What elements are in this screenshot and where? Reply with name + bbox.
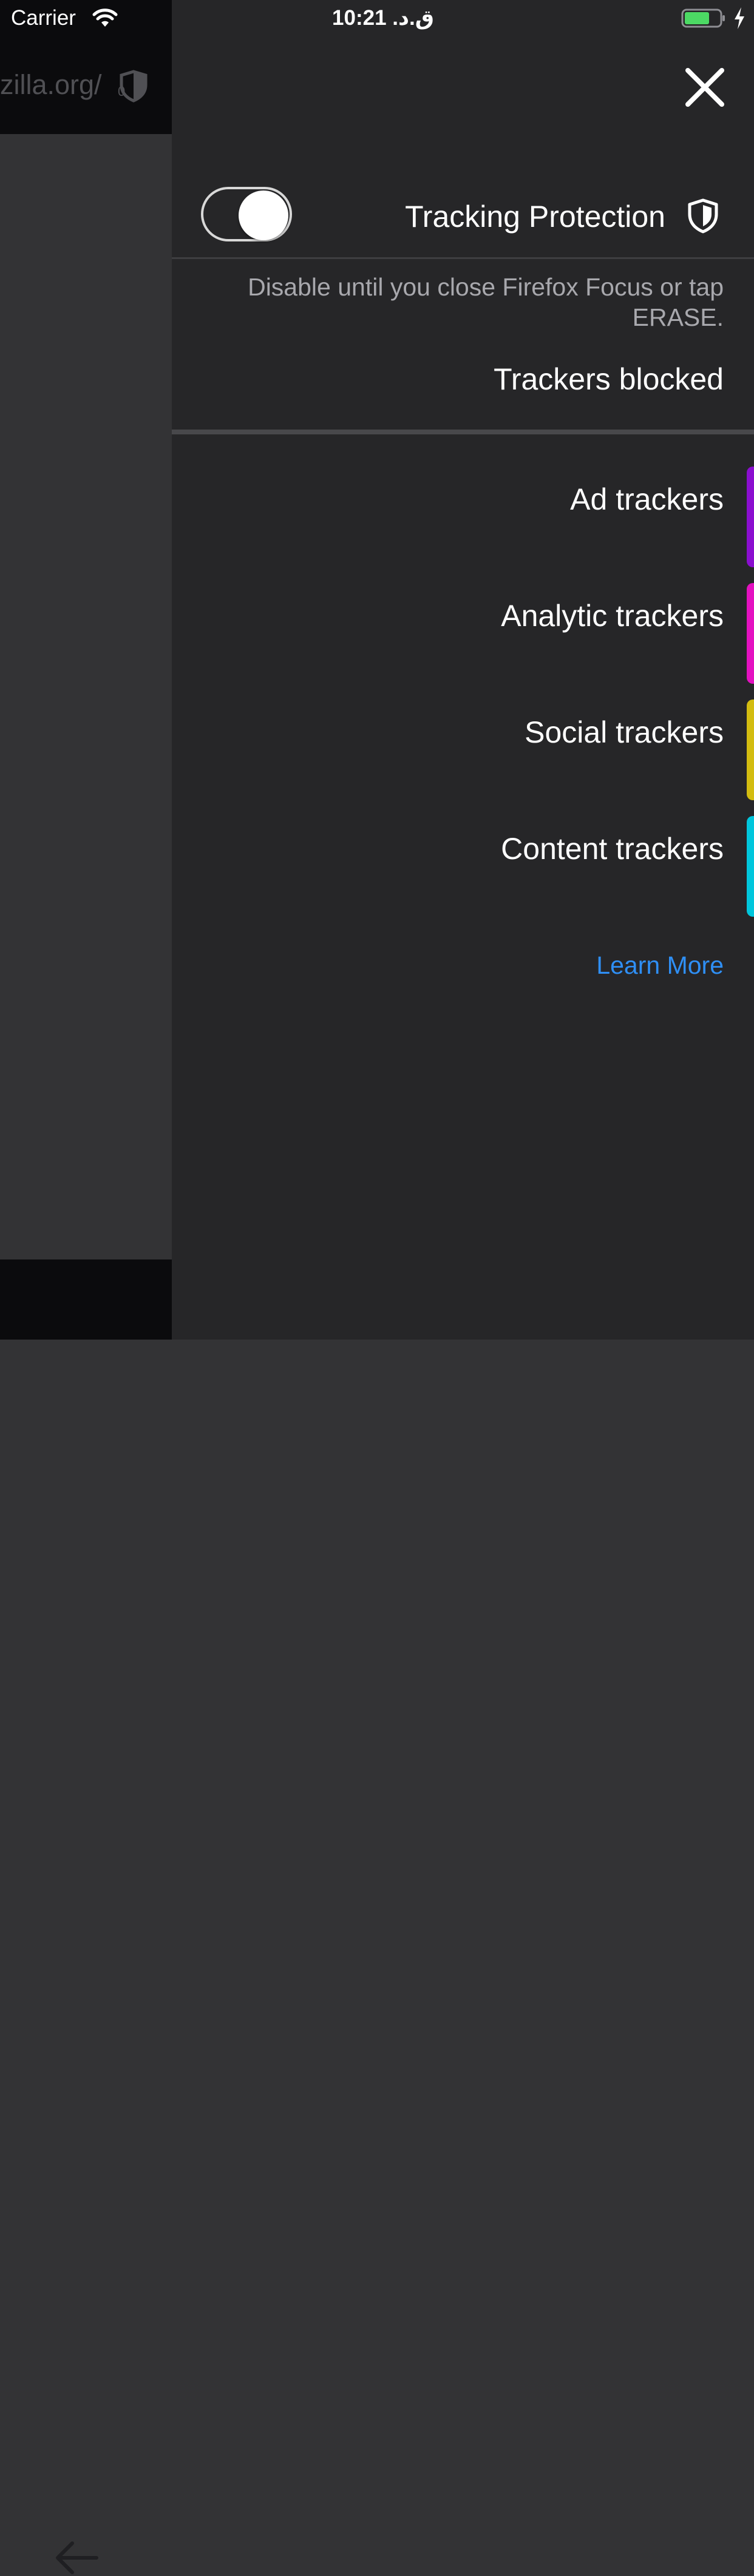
url-text: zilla.org/ xyxy=(0,69,102,100)
charging-icon xyxy=(735,7,744,29)
browser-background xyxy=(0,0,172,1340)
tracking-protection-description: Disable until you close Firefox Focus or… xyxy=(248,273,724,331)
back-arrow-icon xyxy=(56,2541,98,2574)
battery-icon xyxy=(681,8,725,28)
tracker-label: Ad trackers xyxy=(570,482,724,516)
trackers-blocked-heading: Trackers blocked xyxy=(494,362,724,396)
tracker-row-analytic: Analytic trackers xyxy=(172,563,754,684)
tracker-bar-content xyxy=(747,816,754,917)
time-label: 10:21 xyxy=(332,6,387,30)
section-divider xyxy=(172,430,754,434)
tracker-row-ad: Ad trackers xyxy=(172,447,754,567)
learn-more-link[interactable]: Learn More xyxy=(596,951,724,980)
tracking-protection-panel: Tracking Protection Disable until you cl… xyxy=(172,0,754,1340)
tracker-label: Social trackers xyxy=(525,715,724,749)
svg-text:0: 0 xyxy=(118,84,125,99)
tracker-row-social: Social trackers xyxy=(172,679,754,800)
tracker-label: Content trackers xyxy=(501,832,724,866)
tracker-bar-social xyxy=(747,700,754,800)
toggle-knob xyxy=(239,191,288,240)
tracker-bar-analytic xyxy=(747,583,754,684)
tracker-label: Analytic trackers xyxy=(501,599,724,633)
tracker-row-content: Content trackers xyxy=(172,796,754,917)
divider xyxy=(172,257,754,259)
bottom-toolbar xyxy=(0,1259,172,2574)
shield-icon xyxy=(688,198,718,234)
tracker-bar-ad xyxy=(747,467,754,567)
time-period-label: ق.د. xyxy=(392,6,434,30)
close-icon[interactable] xyxy=(681,63,729,112)
clock: ق.د. 10:21 xyxy=(0,6,754,30)
tracking-shield-icon: 0 xyxy=(118,70,148,103)
tracking-protection-toggle[interactable] xyxy=(201,187,292,241)
status-bar: Carrier ق.د. 10:21 xyxy=(0,0,754,38)
tracking-protection-title: Tracking Protection xyxy=(405,200,665,234)
